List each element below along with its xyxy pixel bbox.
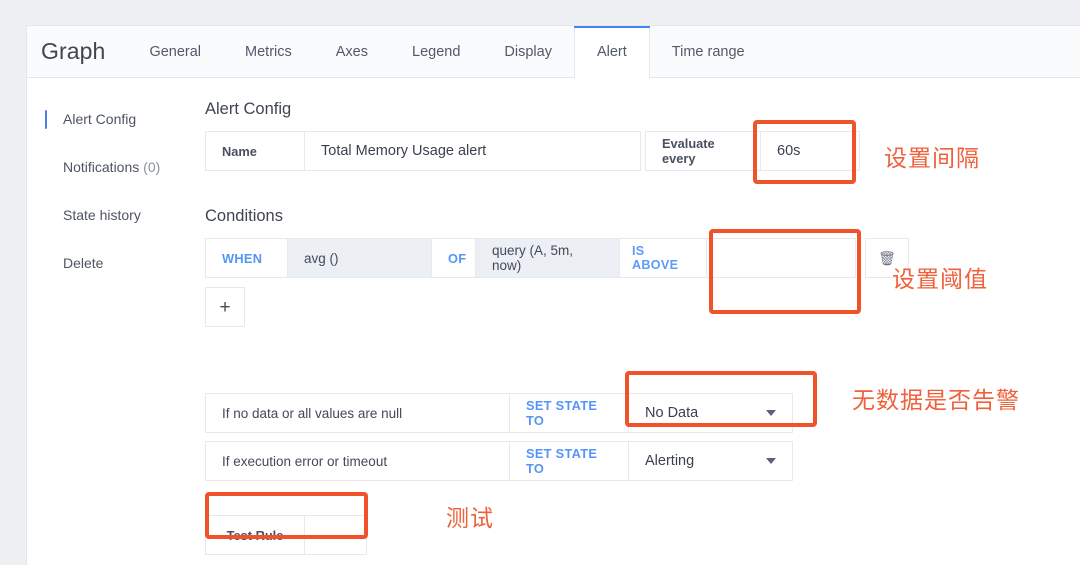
active-indicator [45, 110, 47, 129]
notifications-count: (0) [143, 159, 160, 175]
sidebar-item-delete[interactable]: Delete [27, 246, 199, 280]
chevron-down-icon [766, 410, 776, 416]
test-rule-row: Test Rule [205, 515, 1080, 555]
panel-title: Graph [27, 26, 127, 77]
screenshot-root: Graph General Metrics Axes Legend Displa… [0, 0, 1080, 565]
test-rule-button[interactable]: Test Rule [205, 515, 305, 555]
add-condition-button[interactable]: + [205, 287, 245, 327]
no-data-description: If no data or all values are null [205, 393, 510, 433]
conditions-heading: Conditions [205, 207, 1080, 226]
annotation-text-set-threshold: 设置阈值 [892, 260, 988, 294]
annotation-text-no-data-alert: 无数据是否告警 [852, 381, 1020, 415]
tab-alert[interactable]: Alert [574, 26, 650, 78]
condition-of-label: OF [431, 238, 476, 278]
no-data-state-select[interactable]: No Data [628, 393, 793, 433]
no-data-set-state-label: SET STATE TO [509, 393, 629, 433]
tab-metrics[interactable]: Metrics [223, 26, 314, 77]
sidebar-item-alert-config[interactable]: Alert Config [27, 102, 199, 136]
alert-sidebar: Alert Config Notifications (0) State his… [27, 78, 199, 555]
test-rule-output [305, 515, 367, 555]
tab-axes[interactable]: Axes [314, 26, 390, 77]
exec-error-description: If execution error or timeout [205, 441, 510, 481]
condition-evaluator-select[interactable]: IS ABOVE [619, 238, 707, 278]
tab-time-range[interactable]: Time range [650, 26, 767, 77]
annotation-text-set-interval: 设置间隔 [884, 139, 980, 173]
alert-name-input[interactable]: Total Memory Usage alert [304, 131, 641, 171]
sidebar-item-label: State history [63, 207, 141, 223]
tab-general[interactable]: General [127, 26, 223, 77]
threshold-input[interactable] [706, 238, 856, 278]
sidebar-item-notifications[interactable]: Notifications (0) [27, 150, 199, 184]
alert-config-heading: Alert Config [205, 100, 1080, 119]
exec-error-state-value: Alerting [645, 453, 694, 469]
annotation-text-test: 测试 [446, 499, 494, 533]
condition-query-select[interactable]: query (A, 5m, now) [475, 238, 620, 278]
tab-legend[interactable]: Legend [390, 26, 482, 77]
chevron-down-icon [766, 458, 776, 464]
condition-reducer-select[interactable]: avg () [287, 238, 432, 278]
panel-tabbar: Graph General Metrics Axes Legend Displa… [27, 26, 1080, 78]
exec-error-set-state-label: SET STATE TO [509, 441, 629, 481]
sidebar-item-label: Notifications [63, 159, 143, 175]
graph-settings-panel: Graph General Metrics Axes Legend Displa… [26, 25, 1080, 565]
evaluate-every-label: Evaluate every [645, 131, 761, 171]
evaluate-every-input[interactable]: 60s [760, 131, 860, 171]
name-label: Name [205, 131, 305, 171]
condition-when-button[interactable]: WHEN [205, 238, 288, 278]
exec-error-handler-row: If execution error or timeout SET STATE … [205, 441, 1080, 481]
tab-display[interactable]: Display [482, 26, 574, 77]
sidebar-item-state-history[interactable]: State history [27, 198, 199, 232]
sidebar-item-label: Alert Config [63, 111, 136, 127]
exec-error-state-select[interactable]: Alerting [628, 441, 793, 481]
sidebar-item-label: Delete [63, 255, 103, 271]
no-data-state-value: No Data [645, 405, 698, 421]
